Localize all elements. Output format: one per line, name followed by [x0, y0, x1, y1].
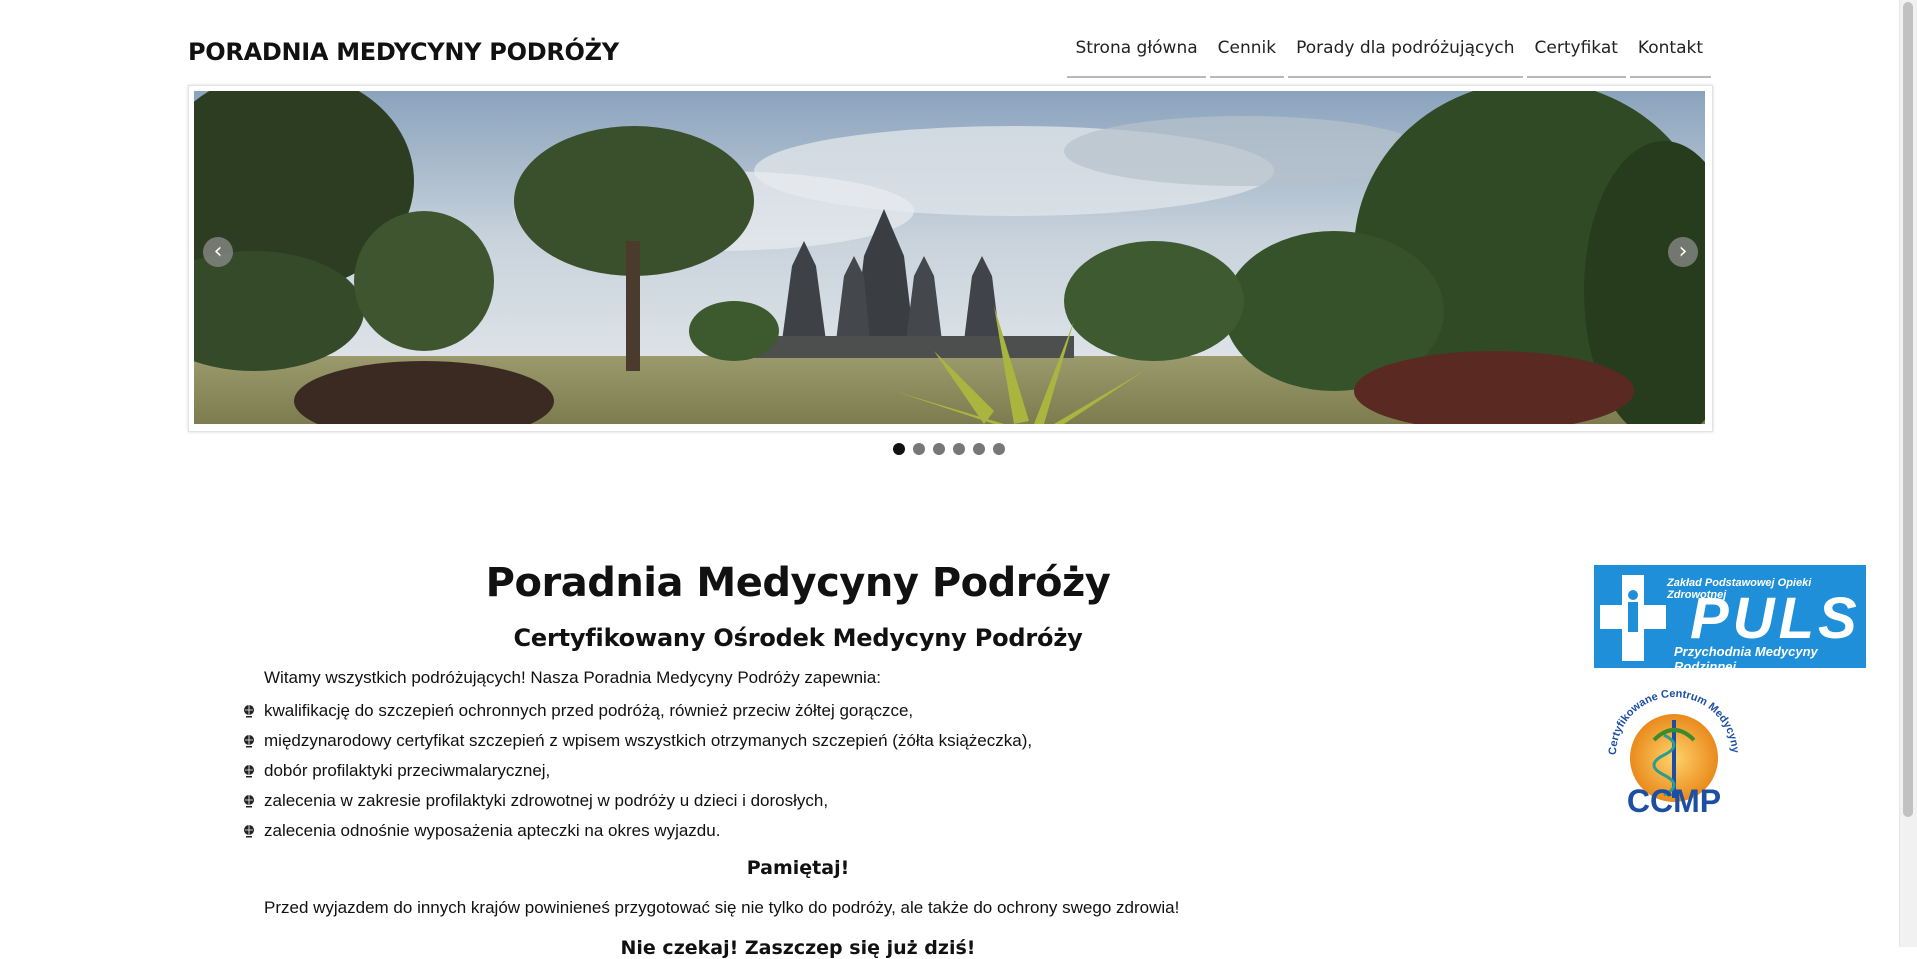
slider-dots [893, 443, 1005, 455]
list-item: międzynarodowy certyfikat szczepień z wp… [242, 726, 1032, 756]
image-slider: ‹ › [188, 85, 1713, 432]
slide-image [194, 91, 1705, 424]
list-item: kwalifikację do szczepień ochronnych prz… [242, 696, 1032, 726]
nav-pricing[interactable]: Cennik [1209, 32, 1285, 78]
list-item: zalecenia w zakresie profilaktyki zdrowo… [242, 786, 1032, 816]
nav-travel-advice[interactable]: Porady dla podróżujących [1288, 32, 1523, 78]
site-title[interactable]: PORADNIA MEDYCYNY PODRÓŻY [188, 38, 619, 66]
globe-bullet-icon [242, 764, 256, 778]
medical-cross-icon [1600, 575, 1666, 661]
ccmp-logo[interactable]: Certyfikowane Centrum Medycyny Podróży C… [1590, 671, 1754, 830]
remember-heading: Pamiętaj! [746, 857, 850, 879]
globe-bullet-icon [242, 734, 256, 748]
ccmp-acronym: CCMP [1627, 783, 1721, 819]
page-scrollbar[interactable] [1899, 0, 1917, 947]
scrollbar-thumb[interactable] [1903, 2, 1913, 817]
page-subtitle: Certyfikowany Ośrodek Medycyny Podróży [513, 624, 1083, 652]
slider-dot[interactable] [913, 443, 925, 455]
nav-contact[interactable]: Kontakt [1629, 32, 1711, 78]
nav-home[interactable]: Strona główna [1067, 32, 1206, 78]
page-title: Poradnia Medycyny Podróży [485, 560, 1111, 606]
globe-bullet-icon [242, 824, 256, 838]
globe-bullet-icon [242, 704, 256, 718]
puls-logo[interactable]: Zakład Podstawowej Opieki Zdrowotnej PUL… [1594, 565, 1866, 668]
services-list: kwalifikację do szczepień ochronnych prz… [242, 696, 1032, 846]
remember-text: Przed wyjazdem do innych krajów powinien… [264, 898, 1180, 917]
slider-dot[interactable] [893, 443, 905, 455]
puls-line2: Przychodnia Medycyny Rodzinnej [1674, 644, 1818, 668]
list-item: dobór profilaktyki przeciwmalarycznej, [242, 756, 1032, 786]
puls-word: PULS [1690, 586, 1861, 651]
slider-dot[interactable] [953, 443, 965, 455]
slider-dot[interactable] [973, 443, 985, 455]
globe-bullet-icon [242, 794, 256, 808]
slider-next-arrow-icon[interactable]: › [1668, 237, 1698, 267]
slider-prev-arrow-icon[interactable]: ‹ [203, 237, 233, 267]
sidebar: Zakład Podstawowej Opieki Zdrowotnej PUL… [1590, 565, 1866, 830]
nav-certificate[interactable]: Certyfikat [1526, 32, 1626, 78]
slider-dot[interactable] [933, 443, 945, 455]
slider-dot[interactable] [993, 443, 1005, 455]
list-item: zalecenia odnośnie wyposażenia apteczki … [242, 816, 1032, 846]
main-nav: Strona główna Cennik Porady dla podróżuj… [1067, 32, 1711, 78]
intro-text: Witamy wszystkich podróżujących! Nasza P… [264, 668, 881, 687]
cta-heading: Nie czekaj! Zaszczep się już dziś! [620, 937, 976, 959]
